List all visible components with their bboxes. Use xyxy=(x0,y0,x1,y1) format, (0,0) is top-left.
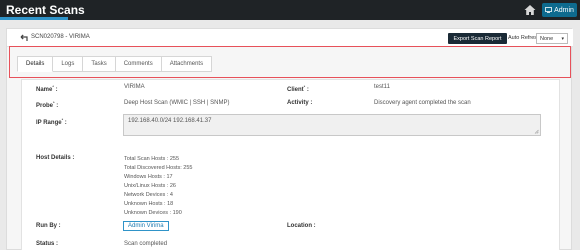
status-label: Status : xyxy=(36,241,59,247)
client-label: Client* : xyxy=(287,84,309,93)
scan-card: SCN020798 - VIRIMA Export Scan Report Au… xyxy=(6,28,573,250)
host-details-list: Total Scan Hosts : 255 Total Discovered … xyxy=(124,155,192,218)
host-detail-item: Unknown Hosts : 18 xyxy=(124,201,174,207)
location-label: Location : xyxy=(287,223,316,229)
export-scan-report-button[interactable]: Export Scan Report xyxy=(448,33,507,44)
probe-value: Deep Host Scan (WMIC | SSH | SNMP) xyxy=(124,100,230,106)
host-detail-item: Unknown Devices : 190 xyxy=(124,210,182,216)
chevron-down-icon: ▾ xyxy=(561,36,564,42)
host-detail-item: Total Discovered Hosts: 255 xyxy=(124,165,193,171)
ip-range-value: 192.168.40.0/24 192.168.41.37 xyxy=(128,118,212,124)
ip-range-label: IP Range* : xyxy=(36,117,67,126)
run-by-user-link[interactable]: Admin Virima xyxy=(123,221,169,231)
host-detail-item: Windows Hosts : 17 xyxy=(124,174,173,180)
host-detail-item: Unix/Linux Hosts : 26 xyxy=(124,183,176,189)
title-underline xyxy=(0,17,68,20)
name-value: VIRIMA xyxy=(124,84,145,90)
home-icon[interactable] xyxy=(523,3,537,17)
back-arrow-icon[interactable] xyxy=(20,34,30,42)
details-panel: Name* : VIRIMA Client* : test11 Probe* :… xyxy=(21,79,560,250)
client-value: test11 xyxy=(374,84,390,90)
resize-grip-icon[interactable] xyxy=(534,129,539,134)
scan-id: SCN020798 - VIRIMA xyxy=(31,34,90,40)
host-details-label: Host Details : xyxy=(36,155,75,161)
probe-label: Probe* : xyxy=(36,100,59,109)
run-by-label: Run By : xyxy=(36,223,61,229)
tab-comments[interactable]: Comments xyxy=(115,56,162,72)
monitor-icon xyxy=(545,7,552,13)
auto-refresh-value: None xyxy=(540,35,554,42)
ip-range-field[interactable]: 192.168.40.0/24 192.168.41.37 xyxy=(123,114,541,136)
tab-attachments[interactable]: Attachments xyxy=(161,56,213,72)
host-detail-item: Network Devices : 4 xyxy=(124,192,173,198)
activity-value: Discovery agent completed the scan xyxy=(374,100,471,106)
admin-button[interactable]: Admin xyxy=(542,3,577,17)
tab-details[interactable]: Details xyxy=(17,56,54,72)
page-title: Recent Scans xyxy=(6,3,85,17)
host-detail-item: Total Scan Hosts : 255 xyxy=(124,156,180,162)
status-value: Scan completed xyxy=(124,241,168,247)
tab-tasks[interactable]: Tasks xyxy=(83,56,116,72)
activity-label: Activity : xyxy=(287,100,313,106)
auto-refresh-select[interactable]: None ▾ xyxy=(536,33,568,44)
scan-header: SCN020798 - VIRIMA Export Scan Report Au… xyxy=(7,29,573,47)
tab-logs[interactable]: Logs xyxy=(53,56,84,72)
admin-label: Admin xyxy=(554,6,574,14)
top-bar: Recent Scans Admin xyxy=(0,0,580,20)
name-label: Name* : xyxy=(36,84,58,93)
tab-bar: Details Logs Tasks Comments Attachments xyxy=(17,56,213,72)
